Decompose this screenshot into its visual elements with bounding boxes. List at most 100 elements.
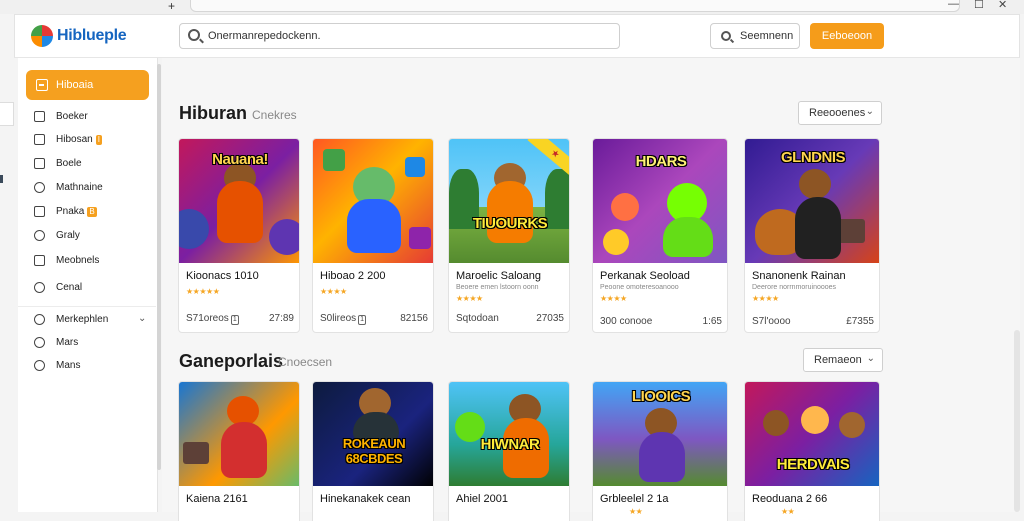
- game-card[interactable]: Hiboao 2 200 ★★★★ S0lireos 1 82156: [312, 138, 434, 333]
- edge-marker: [0, 175, 3, 183]
- game-thumbnail[interactable]: GLNDNIS: [745, 139, 879, 263]
- users-icon: [34, 360, 45, 371]
- close-button[interactable]: ✕: [998, 0, 1007, 11]
- game-card[interactable]: ★ TIUOURKS Maroelic Saloang Beoere emen …: [448, 138, 570, 333]
- sidebar-item-label: Hiboaia: [56, 79, 94, 91]
- game-name: Kaiena 2161: [186, 493, 248, 505]
- sort-dropdown[interactable]: Reeooenes ⌄: [798, 101, 882, 125]
- game-thumbnail[interactable]: ★ TIUOURKS: [449, 139, 569, 263]
- heart-icon: [34, 255, 45, 266]
- thumbnail-art-title: ROKEAUN 68CBDES: [342, 436, 406, 466]
- thumbnail-art-title: TIUOURKS: [472, 215, 548, 232]
- card-footer-left: S7l'oooo: [752, 316, 791, 327]
- monitor-icon: [34, 158, 45, 169]
- card-footer-right: 1:65: [702, 316, 722, 327]
- main-scrollbar[interactable]: [1014, 330, 1020, 512]
- rating-stars: ★★★★: [456, 294, 483, 303]
- sidebar-item-label: Hibosan: [56, 134, 93, 145]
- sidebar-item-label: Graly: [56, 230, 80, 241]
- chart-icon: [34, 134, 45, 145]
- game-thumbnail[interactable]: HDARS: [593, 139, 727, 263]
- primary-action-button[interactable]: Eeboeoon: [810, 23, 884, 49]
- card-footer-right: 27035: [536, 313, 564, 324]
- main-content: Hiburan Cnekres Reeooenes ⌄ Nauana! Kioo…: [162, 58, 1020, 521]
- card-footer-right: 82156: [400, 313, 428, 324]
- sidebar-item-label: Boele: [56, 158, 82, 169]
- sidebar-item-label: Mathnaine: [56, 182, 103, 193]
- window-titlebar: + — ☐ ✕: [0, 0, 1024, 14]
- sidebar-scrollbar[interactable]: [157, 64, 161, 470]
- sidebar-item-label: Mars: [56, 337, 79, 348]
- home-icon: [34, 111, 45, 122]
- game-card[interactable]: Nauana! Kioonacs 1010 ★★★★★ S71oreos 1 27…: [178, 138, 300, 333]
- game-meta: Beoere emen lstoorn oonn: [456, 284, 539, 291]
- thumbnail-art-title: GLNDNIS: [781, 149, 846, 166]
- address-strip[interactable]: [190, 0, 960, 12]
- globe-icon: [34, 230, 45, 241]
- minimize-button[interactable]: —: [948, 0, 959, 10]
- game-thumbnail[interactable]: HERDVAIS: [745, 382, 879, 486]
- sidebar-item-active[interactable]: Hiboaia: [26, 70, 149, 100]
- search-box[interactable]: [179, 23, 620, 49]
- section-subtitle: Cnekres: [252, 108, 297, 122]
- game-thumbnail[interactable]: HIWNAR: [449, 382, 569, 486]
- game-thumbnail[interactable]: Nauana!: [179, 139, 299, 263]
- sidebar-item-label: Pnaka: [56, 206, 85, 217]
- dropdown-label: Remaeon: [814, 354, 862, 366]
- square-icon: [34, 206, 45, 217]
- sidebar-badge: B: [87, 207, 97, 217]
- game-card[interactable]: GLNDNIS Snanonenk Rainan Deerore norrnmo…: [744, 138, 880, 333]
- game-thumbnail[interactable]: [313, 139, 433, 263]
- card-footer-left: S0lireos: [320, 313, 357, 324]
- chevron-down-icon: ⌄: [865, 106, 874, 117]
- users-icon: [34, 337, 45, 348]
- thumbnail-art-title: Nauana!: [212, 151, 268, 168]
- maximize-button[interactable]: ☐: [974, 0, 984, 11]
- game-thumbnail[interactable]: [179, 382, 299, 486]
- game-name: Hiboao 2 200: [320, 270, 386, 282]
- thumbnail-art-title: LIOOICS: [631, 388, 691, 405]
- search-icon: [188, 29, 200, 41]
- card-footer-left: 300 conooe: [600, 316, 653, 327]
- game-card[interactable]: HIWNAR Ahiel 2001: [448, 381, 570, 521]
- sidebar-item-label: Meobnels: [56, 255, 100, 266]
- game-thumbnail[interactable]: LIOOICS: [593, 382, 727, 486]
- game-card[interactable]: HERDVAIS Reoduana 2 66 ★★: [744, 381, 880, 521]
- game-thumbnail[interactable]: ROKEAUN 68CBDES: [313, 382, 433, 486]
- users-icon: [34, 314, 45, 325]
- thumbnail-art-title: HDARS: [635, 153, 687, 170]
- logo-icon: [31, 25, 53, 47]
- game-name: Hinekanakek cean: [320, 493, 411, 505]
- game-card[interactable]: HDARS Perkanak Seoload Peoone omoteresoa…: [592, 138, 728, 333]
- search-button[interactable]: Seemnenn: [710, 23, 800, 49]
- card-footer-left: Sqtodoan: [456, 313, 499, 324]
- sidebar-badge: I: [95, 135, 102, 145]
- game-name: Snanonenk Rainan: [752, 270, 846, 282]
- game-name: Perkanak Seoload: [600, 270, 690, 282]
- rating-stars: ★★★★: [752, 294, 779, 303]
- card-tag: 1: [230, 315, 239, 325]
- sidebar-item-label: Mans: [56, 360, 81, 371]
- thumbnail-art-title: HERDVAIS: [776, 456, 850, 473]
- game-meta: Deerore norrnmoruinoooes: [752, 284, 837, 291]
- edge-panel: [0, 102, 14, 126]
- dropdown-label: Reeooenes: [809, 107, 866, 119]
- brand-name[interactable]: Hiblueple: [57, 27, 127, 45]
- game-card[interactable]: Kaiena 2161: [178, 381, 300, 521]
- game-name: Maroelic Saloang: [456, 270, 541, 282]
- card-footer-left: S71oreos: [186, 313, 229, 324]
- game-card[interactable]: ROKEAUN 68CBDES Hinekanakek cean: [312, 381, 434, 521]
- section-title: Ganeporlais: [179, 351, 284, 371]
- user-icon: [34, 282, 45, 293]
- card-footer-right: 27:89: [268, 313, 294, 324]
- smile-icon: [34, 182, 45, 193]
- section-subtitle: Cnoecsen: [278, 355, 333, 369]
- game-name: Kioonacs 1010: [186, 270, 259, 282]
- chevron-down-icon[interactable]: ⌄: [138, 313, 146, 324]
- thumbnail-art-title: HIWNAR: [480, 436, 540, 453]
- search-input[interactable]: [208, 27, 608, 45]
- game-name: Reoduana 2 66: [752, 493, 828, 505]
- game-card[interactable]: LIOOICS Grbleelel 2 1a ★★: [592, 381, 728, 521]
- new-tab-button[interactable]: +: [168, 0, 175, 13]
- sort-dropdown[interactable]: Remaeon ⌄: [803, 348, 883, 372]
